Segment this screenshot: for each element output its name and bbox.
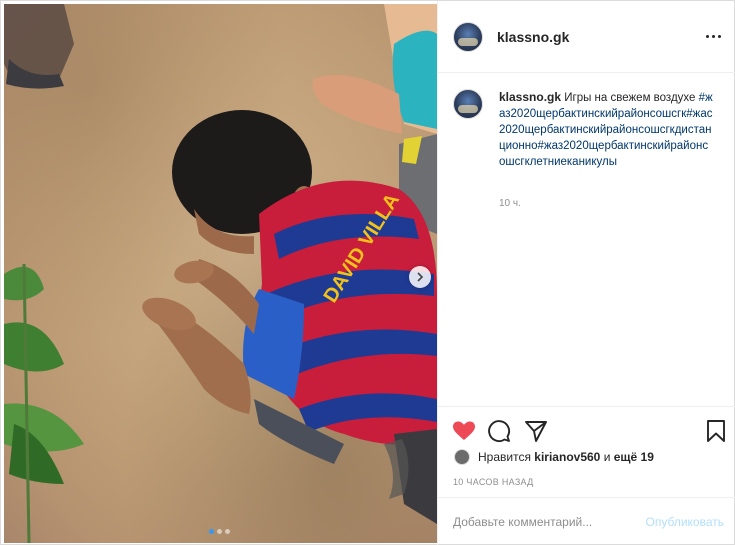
more-icon — [705, 34, 709, 38]
post-timestamp[interactable]: 10 ЧАСОВ НАЗАД — [453, 477, 534, 487]
avatar[interactable] — [453, 21, 483, 52]
comment-input[interactable] — [453, 515, 646, 529]
share-icon[interactable] — [523, 418, 549, 444]
post-photo[interactable]: DAVID VILLA — [4, 4, 437, 543]
caption-username[interactable]: klassno.gk — [499, 90, 561, 104]
carousel-dot — [225, 529, 230, 534]
photo-scene: DAVID VILLA — [4, 4, 437, 543]
header-username[interactable]: klassno.gk — [497, 29, 569, 45]
comment-icon[interactable] — [486, 418, 512, 444]
liker-avatar[interactable] — [454, 449, 470, 465]
heart-icon[interactable] — [451, 418, 477, 444]
liker-username[interactable]: kirianov560 — [534, 450, 600, 464]
post-header: klassno.gk — [438, 1, 735, 73]
likes-prefix: Нравится — [478, 450, 531, 464]
post-dialog: DAVID VILLA klassno.gk klassno.gk Игры н… — [0, 0, 735, 545]
carousel-dot — [209, 529, 214, 534]
caption-avatar[interactable] — [453, 89, 483, 119]
likes-and: и — [603, 450, 611, 464]
chevron-right-icon — [417, 272, 424, 282]
next-slide-button[interactable] — [409, 266, 431, 288]
carousel-dot — [217, 529, 222, 534]
more-options-button[interactable] — [703, 28, 723, 44]
comment-bar: Опубликовать — [438, 497, 735, 545]
caption-time: 10 ч. — [499, 198, 521, 209]
caption-row: klassno.gk Игры на свежем воздухе #жаз20… — [453, 89, 728, 170]
likes-line: Нравится kirianov560 и ещё 19 — [454, 449, 654, 465]
bookmark-icon[interactable] — [703, 418, 729, 444]
action-bar — [438, 406, 735, 452]
caption: klassno.gk Игры на свежем воздухе #жаз20… — [499, 89, 714, 170]
caption-text: Игры на свежем воздухе — [564, 92, 696, 104]
carousel-dots — [209, 529, 230, 534]
likes-more[interactable]: ещё 19 — [614, 450, 654, 464]
post-sidebar: klassno.gk klassno.gk Игры на свежем воз… — [437, 1, 735, 545]
publish-button[interactable]: Опубликовать — [646, 515, 724, 529]
